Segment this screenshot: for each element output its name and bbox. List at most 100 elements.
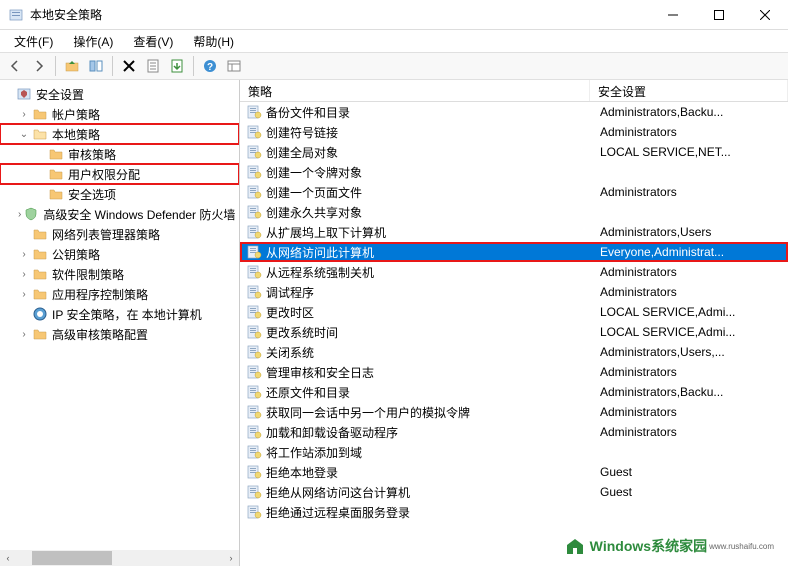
properties-button[interactable] xyxy=(142,55,164,77)
tree-pane[interactable]: 安全设置 › 帐户策略 ⌄ 本地策略 审核策略 用户权限分配 xyxy=(0,80,240,566)
help-button[interactable]: ? xyxy=(199,55,221,77)
policy-icon xyxy=(246,344,262,360)
folder-open-icon xyxy=(32,126,48,142)
list-row[interactable]: 拒绝从网络访问这台计算机Guest xyxy=(240,482,788,502)
tree-advaudit[interactable]: › 高级审核策略配置 xyxy=(0,324,239,344)
list-row[interactable]: 从扩展坞上取下计算机Administrators,Users xyxy=(240,222,788,242)
list-row[interactable]: 创建全局对象LOCAL SERVICE,NET... xyxy=(240,142,788,162)
menu-action[interactable]: 操作(A) xyxy=(63,31,123,52)
list-row[interactable]: 管理审核和安全日志Administrators xyxy=(240,362,788,382)
tree-security-options[interactable]: 安全选项 xyxy=(0,184,239,204)
view-button[interactable] xyxy=(223,55,245,77)
toolbar: ? xyxy=(0,52,788,80)
expand-icon[interactable]: › xyxy=(18,109,30,120)
list-row[interactable]: 拒绝本地登录Guest xyxy=(240,462,788,482)
menubar: 文件(F) 操作(A) 查看(V) 帮助(H) xyxy=(0,30,788,52)
folder-icon xyxy=(32,326,48,342)
folder-icon xyxy=(48,166,64,182)
scroll-left-icon[interactable]: ‹ xyxy=(0,550,16,566)
list-row[interactable]: 创建一个令牌对象 xyxy=(240,162,788,182)
policy-icon xyxy=(246,264,262,280)
policy-icon xyxy=(246,124,262,140)
list-body[interactable]: 备份文件和目录Administrators,Backu...创建符号链接Admi… xyxy=(240,102,788,566)
list-row[interactable]: 拒绝通过远程桌面服务登录 xyxy=(240,502,788,522)
list-row[interactable]: 将工作站添加到域 xyxy=(240,442,788,462)
tree-label: 安全设置 xyxy=(36,86,84,103)
tree-label: 帐户策略 xyxy=(52,106,100,123)
list-row[interactable]: 更改时区LOCAL SERVICE,Admi... xyxy=(240,302,788,322)
menu-help[interactable]: 帮助(H) xyxy=(183,31,244,52)
watermark-text: indows系统家园 xyxy=(603,536,707,556)
forward-button[interactable] xyxy=(28,55,50,77)
menu-view[interactable]: 查看(V) xyxy=(123,31,183,52)
policy-name: 从扩展坞上取下计算机 xyxy=(266,224,600,241)
tree-scrollbar-horizontal[interactable]: ‹ › xyxy=(0,550,239,566)
expand-icon[interactable]: › xyxy=(18,329,30,340)
up-button[interactable] xyxy=(61,55,83,77)
show-hide-button[interactable] xyxy=(85,55,107,77)
list-row[interactable]: 获取同一会话中另一个用户的模拟令牌Administrators xyxy=(240,402,788,422)
folder-icon xyxy=(48,146,64,162)
delete-button[interactable] xyxy=(118,55,140,77)
policy-name: 创建永久共享对象 xyxy=(266,204,600,221)
list-row[interactable]: 创建永久共享对象 xyxy=(240,202,788,222)
tree-netlist[interactable]: 网络列表管理器策略 xyxy=(0,224,239,244)
list-row[interactable]: 从远程系统强制关机Administrators xyxy=(240,262,788,282)
policy-setting: LOCAL SERVICE,Admi... xyxy=(600,325,788,339)
tree-user-rights[interactable]: 用户权限分配 xyxy=(0,164,239,184)
expand-icon[interactable]: › xyxy=(18,249,30,260)
column-setting[interactable]: 安全设置 xyxy=(590,80,788,101)
column-policy[interactable]: 策略 xyxy=(240,80,590,101)
folder-icon xyxy=(32,286,48,302)
tree-root[interactable]: 安全设置 xyxy=(0,84,239,104)
export-button[interactable] xyxy=(166,55,188,77)
tree-appctrl[interactable]: › 应用程序控制策略 xyxy=(0,284,239,304)
policy-setting: Administrators xyxy=(600,125,788,139)
policy-setting: Administrators xyxy=(600,265,788,279)
policy-name: 获取同一会话中另一个用户的模拟令牌 xyxy=(266,404,600,421)
collapse-icon[interactable]: ⌄ xyxy=(18,129,30,140)
list-row[interactable]: 更改系统时间LOCAL SERVICE,Admi... xyxy=(240,322,788,342)
tree-label: 本地策略 xyxy=(52,126,100,143)
policy-setting: Guest xyxy=(600,465,788,479)
policy-setting: Administrators xyxy=(600,405,788,419)
menu-file[interactable]: 文件(F) xyxy=(4,31,63,52)
expand-icon[interactable]: › xyxy=(18,269,30,280)
back-button[interactable] xyxy=(4,55,26,77)
tree-account-policies[interactable]: › 帐户策略 xyxy=(0,104,239,124)
policy-icon xyxy=(246,304,262,320)
expand-icon[interactable]: › xyxy=(18,209,21,220)
close-button[interactable] xyxy=(742,0,788,30)
list-row[interactable]: 创建一个页面文件Administrators xyxy=(240,182,788,202)
list-row[interactable]: 从网络访问此计算机Everyone,Administrat... xyxy=(240,242,788,262)
tree-local-policies[interactable]: ⌄ 本地策略 xyxy=(0,124,239,144)
tree-defender[interactable]: › 高级安全 Windows Defender 防火墙 xyxy=(0,204,239,224)
tree-softlimit[interactable]: › 软件限制策略 xyxy=(0,264,239,284)
policy-setting: Administrators xyxy=(600,365,788,379)
tree-ipsec[interactable]: IP 安全策略，在 本地计算机 xyxy=(0,304,239,324)
expand-icon[interactable]: › xyxy=(18,289,30,300)
policy-icon xyxy=(246,164,262,180)
scroll-right-icon[interactable]: › xyxy=(223,550,239,566)
policy-icon xyxy=(246,284,262,300)
tree-label: 审核策略 xyxy=(68,146,116,163)
list-row[interactable]: 加载和卸载设备驱动程序Administrators xyxy=(240,422,788,442)
list-row[interactable]: 还原文件和目录Administrators,Backu... xyxy=(240,382,788,402)
window-title: 本地安全策略 xyxy=(30,6,650,23)
tree-audit-policy[interactable]: 审核策略 xyxy=(0,144,239,164)
scroll-thumb[interactable] xyxy=(32,551,112,565)
policy-setting: Administrators,Backu... xyxy=(600,105,788,119)
list-row[interactable]: 备份文件和目录Administrators,Backu... xyxy=(240,102,788,122)
list-row[interactable]: 关闭系统Administrators,Users,... xyxy=(240,342,788,362)
app-icon xyxy=(8,7,24,23)
policy-setting: Guest xyxy=(600,485,788,499)
list-row[interactable]: 调试程序Administrators xyxy=(240,282,788,302)
minimize-button[interactable] xyxy=(650,0,696,30)
policy-name: 备份文件和目录 xyxy=(266,104,600,121)
policy-name: 更改时区 xyxy=(266,304,600,321)
list-row[interactable]: 创建符号链接Administrators xyxy=(240,122,788,142)
tree-pubkey[interactable]: › 公钥策略 xyxy=(0,244,239,264)
maximize-button[interactable] xyxy=(696,0,742,30)
policy-setting: Administrators,Backu... xyxy=(600,385,788,399)
policy-name: 创建一个令牌对象 xyxy=(266,164,600,181)
